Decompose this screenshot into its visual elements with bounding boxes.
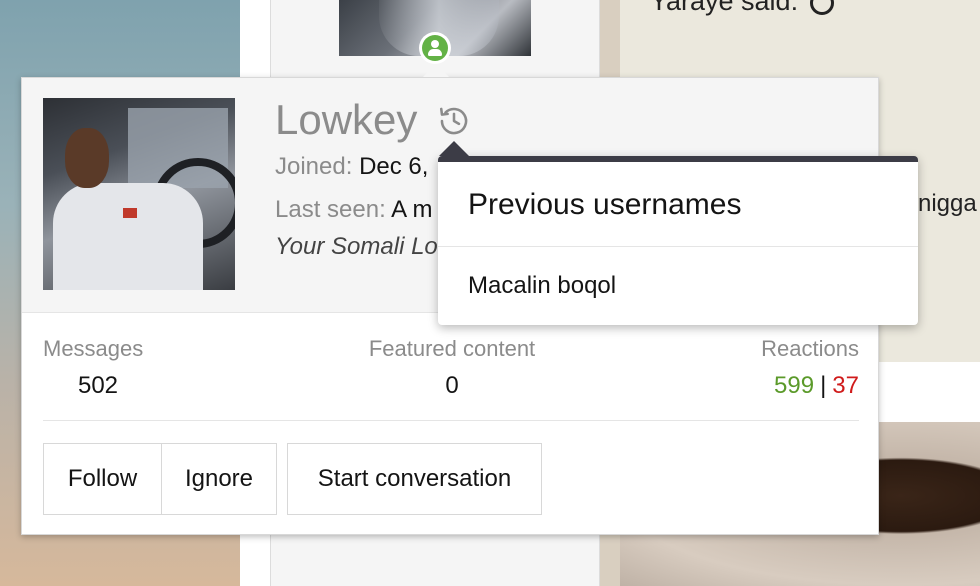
joined-label: Joined:: [275, 153, 353, 180]
reactions-negative[interactable]: 37: [832, 372, 859, 399]
last-seen-line: Last seen: A m: [275, 196, 432, 224]
follow-button[interactable]: Follow: [43, 443, 162, 515]
quote-attribution[interactable]: Yaraye said:: [650, 0, 835, 17]
reactions-separator: |: [820, 372, 827, 399]
card-arrow: [423, 64, 449, 77]
history-icon[interactable]: [434, 101, 474, 141]
arrow-up-circle-icon[interactable]: [810, 0, 835, 15]
popup-arrow: [439, 141, 469, 156]
previous-username-item: Macalin boqol: [468, 272, 617, 299]
last-seen-value: A m: [391, 196, 433, 223]
member-avatar[interactable]: [43, 98, 235, 290]
stat-reactions: Reactions 599 | 37: [739, 336, 859, 400]
reactions-value: 599 | 37: [739, 372, 859, 400]
stats-divider: [43, 420, 859, 421]
featured-label: Featured content: [368, 336, 536, 361]
messages-value[interactable]: 502: [43, 372, 153, 400]
background-post-text: nigga: [918, 190, 977, 217]
member-stats: Messages 502 Featured content 0 Reaction…: [43, 336, 859, 406]
featured-value[interactable]: 0: [360, 372, 544, 400]
joined-value: Dec 6,: [359, 153, 429, 180]
reactions-label: Reactions: [761, 336, 859, 361]
reactions-positive[interactable]: 599: [774, 372, 814, 399]
last-seen-label: Last seen:: [275, 196, 386, 223]
previous-usernames-popup: Previous usernames Macalin boqol: [438, 156, 918, 325]
stat-messages: Messages 502: [43, 336, 153, 400]
start-conversation-button[interactable]: Start conversation: [287, 443, 542, 515]
messages-label: Messages: [43, 336, 144, 361]
popup-title: Previous usernames: [468, 188, 742, 221]
online-status-icon: [419, 32, 451, 64]
stat-featured-content: Featured content 0: [360, 336, 544, 400]
user-title: Your Somali Lo: [275, 233, 438, 260]
member-username[interactable]: Lowkey: [275, 96, 417, 144]
joined-line: Joined: Dec 6,: [275, 153, 428, 181]
ignore-button[interactable]: Ignore: [161, 443, 277, 515]
popup-divider: [438, 246, 918, 247]
